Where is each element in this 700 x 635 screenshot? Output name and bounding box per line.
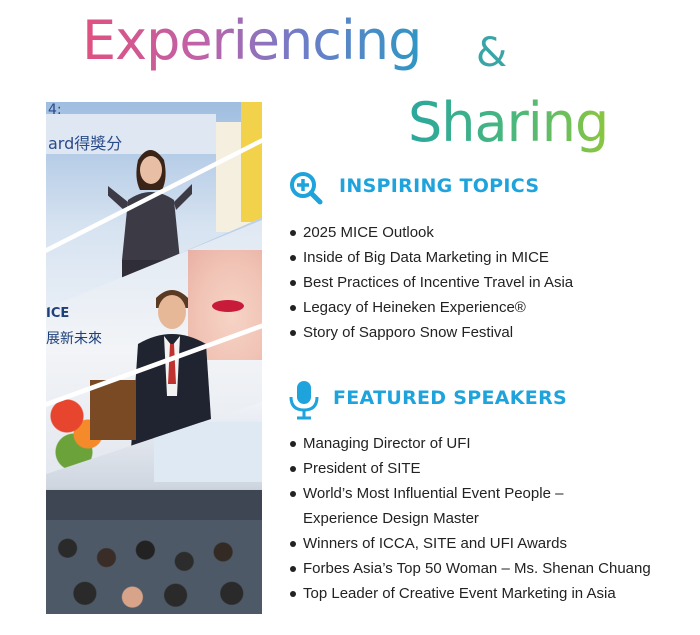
list-item: World’s Most Influential Event People – E…	[289, 481, 651, 531]
list-item: Winners of ICCA, SITE and UFI Awards	[289, 531, 651, 556]
section-title-featured-speakers: FEATURED SPEAKERS	[333, 387, 567, 409]
photo-screen-text-2: 展新未來	[46, 331, 102, 347]
list-item: President of SITE	[289, 456, 651, 481]
featured-speakers-list: Managing Director of UFI President of SI…	[289, 431, 651, 606]
list-item: Top Leader of Creative Event Marketing i…	[289, 581, 651, 606]
list-item: Story of Sapporo Snow Festival	[289, 320, 573, 345]
speaker-photo-collage: 4: ard得獎分 ICE 展新未來	[46, 102, 262, 614]
title-sharing: Sharing	[408, 88, 609, 158]
list-item: Best Practices of Incentive Travel in As…	[289, 270, 573, 295]
list-item: Legacy of Heineken Experience®	[289, 295, 573, 320]
magnifier-plus-icon	[288, 170, 324, 206]
microphone-icon	[286, 380, 322, 420]
inspiring-topics-list: 2025 MICE Outlook Inside of Big Data Mar…	[289, 220, 573, 345]
list-item: 2025 MICE Outlook	[289, 220, 573, 245]
title-experiencing: Experiencing	[82, 6, 422, 76]
list-item: Inside of Big Data Marketing in MICE	[289, 245, 573, 270]
section-title-inspiring-topics: INSPIRING TOPICS	[339, 175, 540, 197]
title-ampersand: &	[476, 30, 508, 76]
list-item: Managing Director of UFI	[289, 431, 651, 456]
list-item: Forbes Asia’s Top 50 Woman – Ms. Shenan …	[289, 556, 651, 581]
